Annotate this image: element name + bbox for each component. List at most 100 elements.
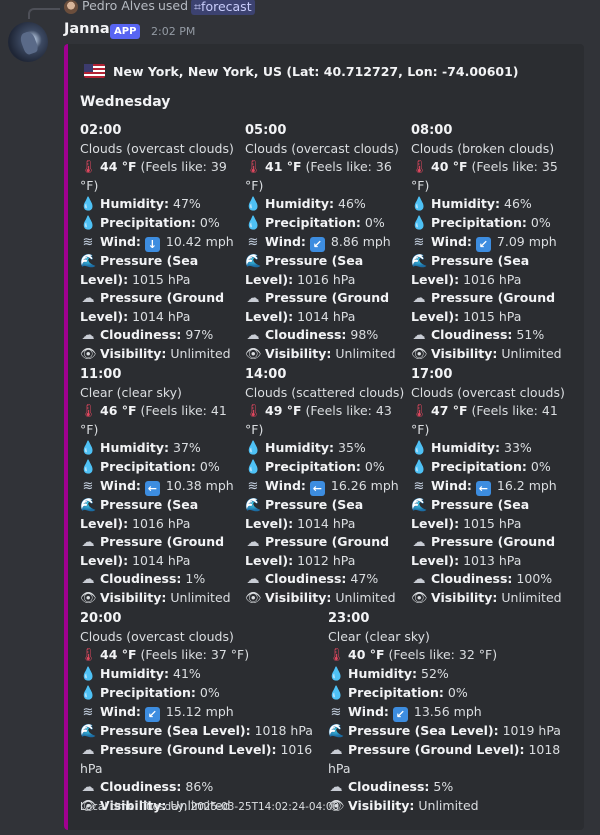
dash-cloud-icon: ☁ <box>329 743 343 758</box>
down-left-arrow-icon: ↙ <box>309 237 325 252</box>
command-name: forecast <box>201 0 252 14</box>
forecast-block: 02:00 Clouds (overcast clouds) 🌡 44 °F (Fee… <box>80 122 240 364</box>
droplet-icon: 💧 <box>328 686 345 701</box>
wind-row: ≋ Wind: ↙ 8.86 mph <box>245 233 405 252</box>
visibility-row: 👁 Visibility: Unlimited <box>245 345 405 364</box>
temperature-value: 44 °F <box>100 159 137 174</box>
pressure-ground-value: 1014 hPa <box>297 309 356 324</box>
thermometer-icon: 🌡 <box>245 404 262 419</box>
feels-like-label: Feels like: <box>476 159 538 174</box>
cloudiness-value: 51% <box>516 327 545 342</box>
droplet-icon: 💧 <box>80 441 97 456</box>
dash-cloud-icon: ☁ <box>81 535 95 550</box>
temperature-row: 🌡 49 °F (Feels like: 43 °F) <box>245 403 392 437</box>
wind-row: ≋ Wind: ↙ 7.09 mph <box>411 233 571 252</box>
visibility-row: 👁 Visibility: Unlimited <box>245 589 405 608</box>
humidity-row: 💧 Humidity: 46% <box>245 195 405 214</box>
precipitation-value: 0% <box>364 459 385 474</box>
cloudiness-value: 47% <box>350 571 379 586</box>
visibility-label: Visibility: <box>431 590 498 605</box>
forecast-block: 05:00 Clouds (overcast clouds) 🌡 41 °F (Fee… <box>245 122 405 364</box>
forecast-time: 14:00 <box>245 367 287 382</box>
forecast-time: 05:00 <box>245 123 287 138</box>
feels-like-label: Feels like: <box>310 403 372 418</box>
wind-icon: ≋ <box>82 705 94 720</box>
wave-icon: 🌊 <box>80 254 97 269</box>
wind-value: 16.2 mph <box>496 478 557 493</box>
cloudiness-row: ☁ Cloudiness: 47% <box>245 570 405 589</box>
cloudiness-label: Cloudiness: <box>265 571 347 586</box>
wind-value: 16.26 mph <box>330 478 399 493</box>
forecast-condition: Clouds (overcast clouds) <box>80 629 234 644</box>
message-timestamp: 2:02 PM <box>151 25 196 38</box>
pressure-sea-row: 🌊 Pressure (Sea Level): 1019 hPa <box>328 722 568 741</box>
wind-row: ≋ Wind: ← 10.38 mph <box>80 477 240 496</box>
forecast-time: 20:00 <box>80 611 122 626</box>
reply-avatar[interactable] <box>64 0 78 14</box>
feels-like-label: Feels like: <box>310 159 372 174</box>
reply-username[interactable]: Pedro Alves <box>82 0 155 13</box>
humidity-value: 37% <box>173 440 201 455</box>
pressure-sea-value: 1016 hPa <box>132 516 191 531</box>
cloudiness-label: Cloudiness: <box>431 327 513 342</box>
pressure-ground-row: ☁ Pressure (Ground Level): 1013 hPa <box>411 533 571 570</box>
wind-label: Wind: <box>100 234 141 249</box>
avatar[interactable] <box>8 22 48 62</box>
wind-label: Wind: <box>431 234 472 249</box>
pressure-sea-value: 1014 hPa <box>297 516 356 531</box>
humidity-row: 💧 Humidity: 52% <box>328 665 568 684</box>
pressure-sea-value: 1019 hPa <box>502 723 561 738</box>
slash-command-link[interactable]: ⌗forecast <box>191 0 255 15</box>
forecast-condition: Clouds (overcast clouds) <box>411 385 565 400</box>
visibility-label: Visibility: <box>348 798 415 813</box>
cloudiness-row: ☁ Cloudiness: 1% <box>80 570 240 589</box>
cloud-icon: ☁ <box>81 328 95 343</box>
precipitation-label: Precipitation: <box>431 459 527 474</box>
wind-icon: ≋ <box>82 235 94 250</box>
visibility-value: Unlimited <box>501 590 562 605</box>
down-left-arrow-icon: ↙ <box>144 707 160 722</box>
wind-icon: ≋ <box>247 479 259 494</box>
temperature-value: 49 °F <box>265 403 302 418</box>
feels-like-value: 37 °F <box>210 647 245 662</box>
droplet-icon: 💧 <box>245 441 262 456</box>
reply-connector <box>28 8 60 19</box>
visibility-value: Unlimited <box>170 346 231 361</box>
temperature-row: 🌡 44 °F (Feels like: 37 °F) <box>80 647 250 663</box>
cloudiness-label: Cloudiness: <box>265 327 347 342</box>
pressure-ground-value: 1013 hPa <box>463 553 522 568</box>
droplet-icon: 💧 <box>80 216 97 231</box>
precipitation-value: 0% <box>530 459 551 474</box>
pressure-ground-row: ☁ Pressure (Ground Level): 1018 hPa <box>328 741 568 778</box>
forecast-block: 17:00 Clouds (overcast clouds) 🌡 47 °F (Fee… <box>411 366 571 608</box>
pressure-sea-row: 🌊 Pressure (Sea Level): 1015 hPa <box>411 496 571 533</box>
precipitation-label: Precipitation: <box>100 459 196 474</box>
feels-like-label: Feels like: <box>145 647 207 662</box>
cloud-icon: ☁ <box>81 572 95 587</box>
author-name[interactable]: Janna <box>64 21 110 37</box>
down-arrow-icon: ↓ <box>144 237 160 252</box>
wind-label: Wind: <box>100 704 141 719</box>
precipitation-value: 0% <box>199 215 220 230</box>
temperature-value: 44 °F <box>100 647 137 662</box>
wind-value: 15.12 mph <box>165 704 234 719</box>
wind-row: ≋ Wind: ↓ 10.42 mph <box>80 233 240 252</box>
wave-icon: 🌊 <box>245 498 262 513</box>
cloudiness-value: 98% <box>350 327 379 342</box>
left-arrow-icon: ← <box>309 481 325 496</box>
cloudiness-value: 5% <box>433 779 454 794</box>
wave-icon: 🌊 <box>411 254 428 269</box>
pressure-sea-value: 1015 hPa <box>463 516 522 531</box>
visibility-label: Visibility: <box>100 590 167 605</box>
eye-icon: 👁 <box>80 347 97 362</box>
precipitation-label: Precipitation: <box>265 215 361 230</box>
visibility-value: Unlimited <box>335 346 396 361</box>
dash-cloud-icon: ☁ <box>246 291 260 306</box>
humidity-value: 46% <box>504 196 532 211</box>
cloud-icon: ☁ <box>246 572 260 587</box>
feels-like-value: 32 °F <box>458 647 493 662</box>
visibility-row: 👁 Visibility: Unlimited <box>80 345 240 364</box>
precipitation-value: 0% <box>447 685 468 700</box>
cloudiness-row: ☁ Cloudiness: 100% <box>411 570 571 589</box>
pressure-ground-row: ☁ Pressure (Ground Level): 1014 hPa <box>80 289 240 326</box>
